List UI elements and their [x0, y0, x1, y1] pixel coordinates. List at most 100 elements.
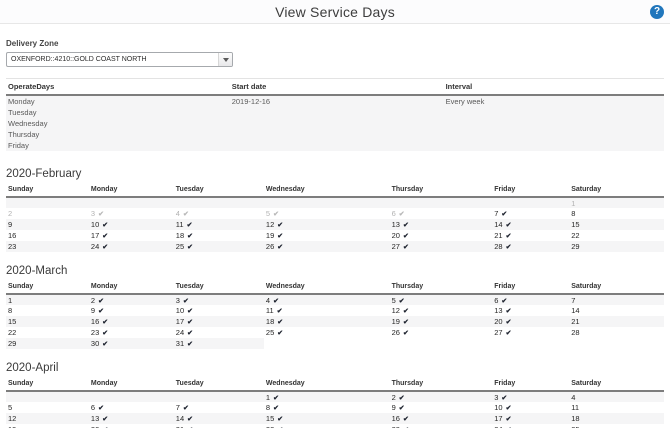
operate-days-row: Monday 2019-12-16 Every week: [6, 95, 664, 107]
calendar-day-cell: 10 ✔: [174, 305, 264, 316]
calendar-week-row: 23 24 ✔ 25 ✔ 26 ✔ 27 ✔ 28 ✔ 29: [6, 241, 664, 252]
day-number: 2: [8, 209, 13, 218]
day-number: 2: [90, 295, 96, 305]
calendar-day-cell: 5 ✔: [389, 294, 493, 305]
day-number: 11: [571, 403, 580, 412]
calendar-day-cell: 4: [569, 391, 664, 402]
day-of-week-header: Friday: [492, 184, 570, 198]
day-number: 3: [90, 209, 96, 218]
chevron-down-icon[interactable]: [218, 53, 232, 66]
start-date-cell: [229, 129, 444, 140]
operate-days-row: Thursday: [6, 129, 664, 140]
delivery-zone-select[interactable]: OXENFORD::4210::GOLD COAST NORTH: [6, 52, 233, 67]
day-number: 20: [494, 317, 503, 326]
calendar-day-cell: 16: [6, 230, 89, 241]
check-icon: ✔: [402, 244, 409, 251]
day-number: 17: [90, 231, 100, 240]
month-title: 2020-February: [6, 168, 82, 180]
check-icon: ✔: [398, 297, 405, 305]
calendar-header-row: Sunday Monday Tuesday Wednesday Thursday Frid…: [6, 184, 664, 198]
day-number: 19: [391, 317, 400, 326]
calendar-day-cell: 12 ✔: [390, 305, 493, 316]
day-number: 25: [175, 242, 185, 251]
calendar-day-cell: 5 ✔: [264, 208, 390, 219]
day-number: 23: [8, 242, 17, 251]
calendar-table: Sunday Monday Tuesday Wednesday Thursday Frid…: [6, 281, 664, 349]
calendar-table: Sunday Monday Tuesday Wednesday Thursday Frid…: [6, 378, 664, 428]
day-number: 4: [265, 295, 271, 305]
calendar-day-cell: 8: [6, 305, 89, 316]
calendar-day-cell: 9 ✔: [390, 402, 493, 413]
check-icon: ✔: [276, 308, 283, 315]
day-number: 18: [571, 414, 580, 423]
interval-cell: [443, 107, 664, 118]
check-icon: ✔: [398, 405, 405, 412]
day-number: 8: [571, 209, 576, 218]
calendar-day-cell: 21✔: [174, 424, 264, 428]
day-number: 13: [391, 220, 400, 229]
day-of-week-header: Tuesday: [173, 281, 264, 295]
check-icon: ✔: [187, 319, 193, 326]
calendar-day-cell: 17 ✔: [89, 230, 174, 241]
calendar-day-cell: 10 ✔: [492, 402, 569, 413]
calendar-day-cell: 14: [569, 305, 664, 316]
calendar-day-cell: 6 ✔: [492, 294, 570, 305]
day-number: 31: [175, 339, 185, 348]
check-icon: ✔: [273, 405, 279, 412]
check-icon: ✔: [505, 233, 512, 240]
day-of-week-header: Saturday: [569, 378, 664, 392]
check-icon: ✔: [398, 211, 405, 218]
day-of-week-header: Friday: [492, 281, 570, 295]
calendar-day-cell: 11 ✔: [173, 219, 264, 230]
calendar-week-row: 15 16 ✔ 17 ✔ 18 ✔ 19 ✔ 20 ✔ 21: [6, 316, 664, 327]
day-number: 28: [494, 242, 503, 251]
calendar-day-cell: [88, 197, 174, 208]
calendar-week-row: 9 10 ✔ 11 ✔ 12 ✔ 13 ✔ 14 ✔ 15: [6, 219, 664, 230]
operate-day-cell: Tuesday: [6, 107, 230, 118]
calendar-day-cell: 21: [569, 316, 664, 327]
day-number: 7: [494, 209, 499, 218]
check-icon: ✔: [187, 416, 193, 423]
calendar-day-cell: 3 ✔: [492, 391, 570, 402]
check-icon: ✔: [505, 330, 512, 337]
day-number: 1: [571, 198, 576, 208]
operate-day-cell: Friday: [6, 140, 230, 151]
day-number: 6: [90, 403, 96, 412]
calendar-day-cell: 25 ✔: [264, 327, 390, 338]
check-icon: ✔: [402, 416, 409, 423]
calendar-day-cell: 2: [6, 208, 89, 219]
day-number: 26: [265, 242, 275, 251]
day-of-week-header: Sunday: [6, 184, 89, 198]
day-number: 30: [90, 339, 100, 348]
check-icon: ✔: [187, 330, 193, 337]
calendar-day-cell: 15: [6, 316, 89, 327]
calendar-day-cell: [88, 391, 174, 402]
day-number: 6: [494, 295, 499, 305]
calendar-day-cell: 13 ✔: [389, 219, 493, 230]
check-icon: ✔: [182, 405, 189, 412]
help-icon[interactable]: ?: [650, 5, 664, 19]
calendar-day-cell: 7: [569, 294, 664, 305]
check-icon: ✔: [187, 341, 193, 348]
check-icon: ✔: [277, 222, 284, 229]
day-number: 11: [175, 220, 184, 229]
calendar-week-row: 16 17 ✔ 18 ✔ 19 ✔ 20 ✔ 21 ✔ 22: [6, 230, 664, 241]
calendar-week-row: 2 3 ✔ 4 ✔ 5 ✔ 6 ✔ 7 ✔ 8: [6, 208, 664, 219]
day-of-week-header: Wednesday: [263, 378, 390, 392]
day-number: 3: [494, 392, 499, 402]
calendar-day-cell: 23✔: [390, 424, 493, 428]
calendar-day-cell: [389, 197, 493, 208]
check-icon: ✔: [182, 297, 189, 305]
check-icon: ✔: [277, 233, 284, 240]
interval-cell: Every week: [443, 95, 664, 107]
calendar-day-cell: 6 ✔: [89, 402, 174, 413]
operate-days-column-header: Start date: [229, 78, 444, 96]
day-number: 7: [175, 403, 180, 412]
calendars-section: 2020-February Sunday Monday Tuesday Wednesda…: [6, 168, 664, 428]
operate-days-row: Wednesday: [6, 118, 664, 129]
calendar-day-cell: 19 ✔: [264, 230, 390, 241]
day-of-week-header: Sunday: [6, 378, 89, 392]
calendar-day-cell: 19 ✔: [389, 316, 493, 327]
day-of-week-header: Thursday: [389, 281, 493, 295]
check-icon: ✔: [187, 244, 193, 251]
